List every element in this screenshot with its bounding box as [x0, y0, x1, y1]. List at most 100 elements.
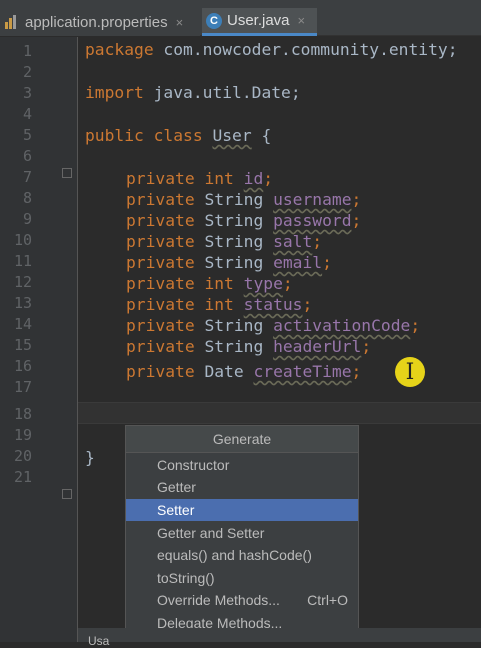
- line-number: 10: [13, 231, 32, 249]
- line-number: 7: [22, 168, 32, 186]
- menu-item-setter[interactable]: Setter: [126, 499, 358, 521]
- keyword: public class: [85, 126, 203, 145]
- menu-item-tostring[interactable]: toString(): [126, 567, 358, 589]
- line-number-gutter[interactable]: 1 2 3 4 5 6 7 8 9 10 11 12 13 14 15 16 1…: [0, 37, 78, 642]
- field-type: int: [204, 295, 234, 314]
- line-number: 6: [22, 147, 32, 165]
- field-name: password: [273, 211, 352, 230]
- keyword: private: [126, 232, 195, 251]
- editor-tab-bar: application.properties × C User.java ×: [0, 0, 481, 36]
- line-number: 3: [22, 84, 32, 102]
- field-declaration: private int status;: [126, 295, 313, 314]
- field-name: username: [273, 190, 352, 209]
- field-name: status: [243, 295, 303, 314]
- field-declaration: private Date createTime;: [126, 362, 362, 381]
- line-number: 1: [22, 42, 32, 60]
- tab-label: User.java: [227, 12, 290, 29]
- generate-popup-menu: Generate Constructor Getter Setter Gette…: [125, 425, 359, 642]
- close-icon[interactable]: ×: [176, 15, 184, 30]
- menu-item-override-methods[interactable]: Override Methods... Ctrl+O: [126, 589, 358, 611]
- keyword: private: [126, 211, 195, 230]
- line-number: 11: [13, 252, 32, 270]
- breadcrumb-strip: [0, 0, 481, 7]
- menu-item-equals-hashcode[interactable]: equals() and hashCode(): [126, 544, 358, 566]
- field-name: email: [273, 253, 323, 272]
- code-line: import java.util.Date;: [85, 82, 301, 103]
- tab-application-properties[interactable]: application.properties ×: [0, 8, 200, 36]
- keyword: private: [126, 274, 195, 293]
- class-name: User: [212, 126, 252, 145]
- line-number: 12: [13, 273, 32, 291]
- tool-window-label[interactable]: Usa: [88, 634, 109, 648]
- closing-brace: }: [85, 448, 95, 467]
- field-name: salt: [273, 232, 313, 251]
- menu-item-label: equals() and hashCode(): [157, 547, 312, 563]
- popup-title: Generate: [126, 426, 358, 453]
- field-type: String: [204, 190, 264, 209]
- field-type: Date: [204, 362, 244, 381]
- line-number: 4: [22, 105, 32, 123]
- line-number: 18: [13, 405, 32, 423]
- field-type: String: [204, 211, 264, 230]
- code-line: public class User {: [85, 125, 271, 146]
- line-number: 16: [13, 357, 32, 375]
- menu-item-label: Setter: [157, 502, 195, 518]
- field-declaration: private String activationCode;: [126, 316, 421, 335]
- field-declaration: private String username;: [126, 190, 362, 209]
- close-icon[interactable]: ×: [298, 13, 306, 28]
- keyword: private: [126, 316, 195, 335]
- line-number: 15: [13, 336, 32, 354]
- field-name: activationCode: [273, 316, 411, 335]
- line-number: 8: [22, 189, 32, 207]
- field-name: createTime: [253, 362, 352, 381]
- field-declaration: private String salt;: [126, 232, 323, 251]
- line-number: 19: [13, 426, 32, 444]
- field-name: id: [243, 169, 264, 188]
- menu-item-label: Getter: [157, 479, 196, 495]
- mouse-cursor-highlight: I: [395, 357, 425, 387]
- field-name: type: [243, 274, 283, 293]
- field-declaration: private String password;: [126, 211, 362, 230]
- caret-row-highlight: [78, 402, 481, 424]
- field-declaration: private int id;: [126, 169, 274, 188]
- field-name: headerUrl: [273, 337, 362, 356]
- keyword: private: [126, 169, 195, 188]
- line-number: 13: [13, 294, 32, 312]
- import-path: java.util.Date;: [143, 83, 301, 102]
- field-type: int: [204, 169, 234, 188]
- keyword: private: [126, 253, 195, 272]
- fold-marker-icon[interactable]: [62, 489, 72, 499]
- text-cursor-icon: I: [405, 359, 415, 385]
- menu-item-label: Constructor: [157, 457, 230, 473]
- menu-item-getter[interactable]: Getter: [126, 476, 358, 498]
- menu-item-getter-and-setter[interactable]: Getter and Setter: [126, 522, 358, 544]
- field-type: String: [204, 337, 264, 356]
- tab-user-java[interactable]: C User.java ×: [202, 8, 317, 36]
- java-class-icon: C: [206, 12, 222, 29]
- line-number: 14: [13, 315, 32, 333]
- menu-item-constructor[interactable]: Constructor: [126, 454, 358, 476]
- field-type: String: [204, 253, 264, 272]
- package-name: com.nowcoder.community.entity;: [153, 40, 458, 59]
- line-number: 20: [13, 447, 32, 465]
- field-declaration: private String headerUrl;: [126, 337, 372, 356]
- field-declaration: private int type;: [126, 274, 293, 293]
- line-number: 9: [22, 210, 32, 228]
- field-type: String: [204, 316, 264, 335]
- bottom-tool-window-bar: Usa: [78, 628, 481, 648]
- field-declaration: private String email;: [126, 253, 332, 272]
- menu-item-label: Getter and Setter: [157, 525, 265, 541]
- open-brace: {: [251, 126, 272, 145]
- keyword: package: [85, 40, 154, 59]
- keyword: private: [126, 190, 195, 209]
- keyword: private: [126, 362, 195, 381]
- fold-marker-icon[interactable]: [62, 168, 72, 178]
- tab-label: application.properties: [25, 13, 168, 31]
- code-line: package com.nowcoder.community.entity;: [85, 39, 458, 60]
- line-number: 17: [13, 378, 32, 396]
- line-number: 21: [13, 468, 32, 486]
- field-type: int: [204, 274, 234, 293]
- menu-item-label: toString(): [157, 570, 215, 586]
- properties-file-icon: [5, 15, 16, 29]
- keyword: private: [126, 337, 195, 356]
